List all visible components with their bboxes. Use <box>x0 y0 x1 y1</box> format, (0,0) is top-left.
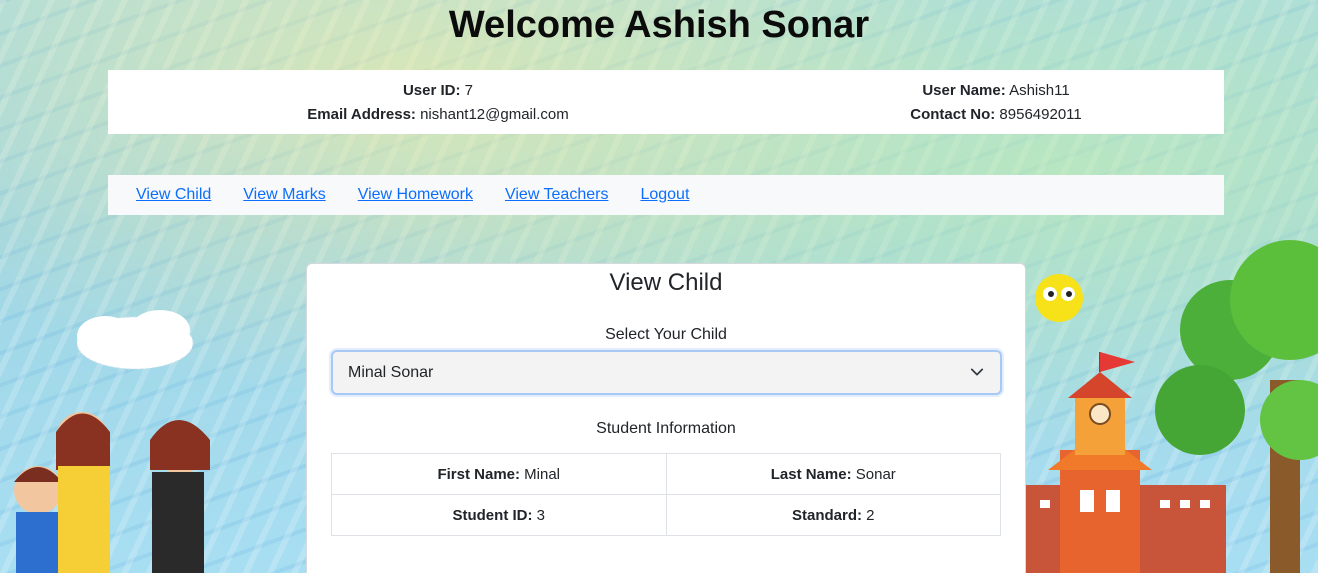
email-value: nishant12@gmail.com <box>420 106 569 123</box>
first-name-cell: First Name: Minal <box>331 453 667 495</box>
student-id-label: Student ID: <box>452 506 533 524</box>
main-nav: View Child View Marks View Homework View… <box>108 175 1224 215</box>
student-info-table: First Name: Minal Last Name: Sonar Stude… <box>331 453 1001 536</box>
user-info-panel: User ID: 7 Email Address: nishant12@gmai… <box>108 70 1224 134</box>
standard-value: 2 <box>866 506 875 524</box>
tree-icon <box>1155 240 1318 573</box>
child-select[interactable]: Minal Sonar <box>331 350 1002 395</box>
student-info-title: Student Information <box>596 420 736 437</box>
standard-cell: Standard: 2 <box>665 494 1001 536</box>
last-name-label: Last Name: <box>770 465 852 483</box>
children-illustration <box>14 412 210 573</box>
nav-view-teachers[interactable]: View Teachers <box>505 186 608 204</box>
student-id-value: 3 <box>536 506 545 524</box>
standard-label: Standard: <box>791 506 862 524</box>
user-name-label: User Name: <box>922 82 1006 99</box>
cloud-icon <box>76 310 194 370</box>
nav-view-marks[interactable]: View Marks <box>243 186 325 204</box>
smiley-icon <box>1035 274 1083 322</box>
user-id-value: 7 <box>464 82 474 99</box>
chevron-down-icon <box>970 368 984 376</box>
page-title: Welcome Ashish Sonar <box>448 4 870 46</box>
nav-view-homework[interactable]: View Homework <box>358 186 473 204</box>
last-name-cell: Last Name: Sonar <box>665 453 1001 495</box>
user-info-right: User Name: Ashish11 Contact No: 89564920… <box>768 79 1224 127</box>
school-building-icon <box>1026 352 1226 573</box>
child-select-value: Minal Sonar <box>348 363 434 381</box>
card-title: View Child <box>609 269 723 296</box>
email-label: Email Address: <box>307 106 416 123</box>
student-id-cell: Student ID: 3 <box>331 494 667 536</box>
view-child-card: View Child Select Your Child Minal Sonar… <box>306 263 1026 573</box>
select-child-label: Select Your Child <box>605 326 727 343</box>
user-name-value: Ashish11 <box>1009 82 1070 99</box>
email-row: Email Address: nishant12@gmail.com <box>108 103 768 127</box>
contact-value: 8956492011 <box>999 106 1082 123</box>
last-name-value: Sonar <box>855 465 896 483</box>
first-name-value: Minal <box>524 465 561 483</box>
table-row: First Name: Minal Last Name: Sonar <box>331 453 1001 495</box>
user-info-left: User ID: 7 Email Address: nishant12@gmai… <box>108 79 768 127</box>
table-row: Student ID: 3 Standard: 2 <box>331 494 1001 536</box>
contact-row: Contact No: 8956492011 <box>768 103 1224 127</box>
first-name-label: First Name: <box>437 465 520 483</box>
user-id-row: User ID: 7 <box>108 79 768 103</box>
nav-view-child[interactable]: View Child <box>136 186 211 204</box>
user-name-row: User Name: Ashish11 <box>768 79 1224 103</box>
contact-label: Contact No: <box>910 106 996 123</box>
nav-logout[interactable]: Logout <box>640 186 689 204</box>
user-id-label: User ID: <box>402 82 461 99</box>
